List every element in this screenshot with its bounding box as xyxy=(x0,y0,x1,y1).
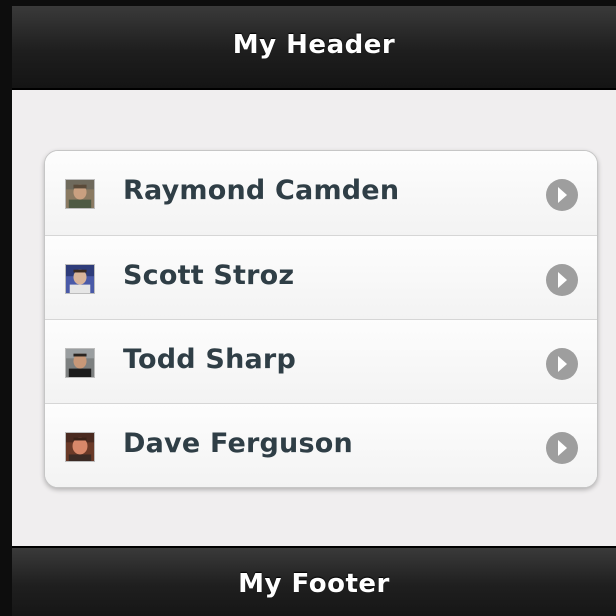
list-item-label: Dave Ferguson xyxy=(123,428,353,459)
avatar xyxy=(65,264,95,294)
app-screen: My Header Raymond Camden Scott Stroz Tod… xyxy=(0,0,616,616)
header-title: My Header xyxy=(232,30,396,60)
list-item-label: Raymond Camden xyxy=(123,175,400,206)
page-header: My Header xyxy=(12,6,616,90)
contact-listview: Raymond Camden Scott Stroz Todd Sharp Da… xyxy=(44,150,598,488)
list-item-label: Todd Sharp xyxy=(123,344,296,375)
page-content: Raymond Camden Scott Stroz Todd Sharp Da… xyxy=(12,90,616,546)
device-left-bezel xyxy=(0,0,12,616)
avatar xyxy=(65,179,95,209)
person-photo-icon xyxy=(66,349,94,377)
person-photo-icon xyxy=(66,180,94,208)
chevron-right-icon[interactable] xyxy=(545,347,579,381)
list-item-dave-ferguson[interactable]: Dave Ferguson xyxy=(45,403,597,487)
person-photo-icon xyxy=(66,433,94,461)
list-item-label: Scott Stroz xyxy=(123,260,295,291)
list-item-scott-stroz[interactable]: Scott Stroz xyxy=(45,235,597,319)
footer-title: My Footer xyxy=(238,569,390,599)
person-photo-icon xyxy=(66,265,94,293)
avatar xyxy=(65,432,95,462)
list-item-raymond-camden[interactable]: Raymond Camden xyxy=(45,151,597,235)
page-footer: My Footer xyxy=(12,546,616,616)
chevron-right-icon[interactable] xyxy=(545,178,579,212)
list-item-todd-sharp[interactable]: Todd Sharp xyxy=(45,319,597,403)
chevron-right-icon[interactable] xyxy=(545,263,579,297)
chevron-right-icon[interactable] xyxy=(545,431,579,465)
avatar xyxy=(65,348,95,378)
